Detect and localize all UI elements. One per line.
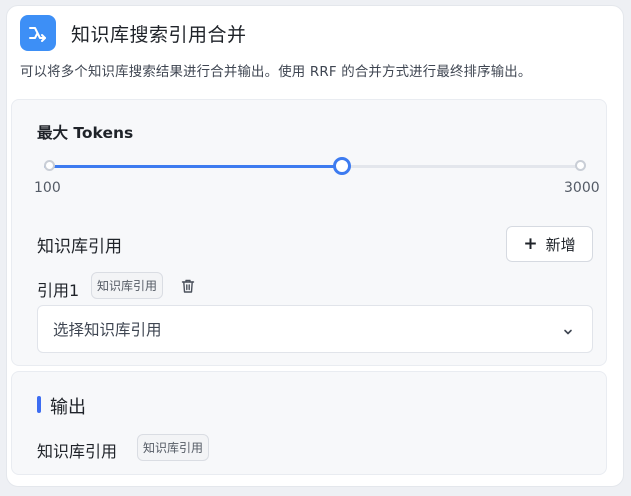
merge-arrow-icon [20, 15, 56, 51]
slider-min-label: 100 [34, 180, 61, 196]
node-description: 可以将多个知识库搜索结果进行合并输出。使用 RRF 的合并方式进行最终排序输出。 [20, 65, 532, 80]
plus-icon: + [523, 234, 538, 254]
max-tokens-slider-track[interactable] [44, 165, 580, 168]
slider-max-dot [575, 160, 586, 171]
kb-ref-select[interactable]: 选择知识库引用 [37, 305, 593, 353]
node-header: 知识库搜索引用合并 [20, 15, 247, 51]
max-tokens-label: 最大 Tokens [37, 124, 134, 142]
node-title: 知识库搜索引用合并 [71, 23, 247, 46]
output-type-tag: 知识库引用 [137, 434, 210, 461]
ref-type-tag: 知识库引用 [91, 272, 164, 299]
output-title: 输出 [50, 397, 86, 418]
kb-refs-title: 知识库引用 [37, 237, 122, 257]
add-ref-button[interactable]: + 新增 [506, 226, 593, 262]
ref-item-label: 引用1 [37, 281, 80, 300]
trash-icon[interactable] [180, 278, 196, 294]
chevron-down-icon [562, 323, 574, 342]
max-tokens-slider-handle[interactable] [332, 157, 351, 175]
kb-ref-select-placeholder: 选择知识库引用 [53, 321, 162, 339]
slider-min-dot [44, 160, 55, 171]
add-ref-button-label: 新增 [545, 235, 576, 254]
max-tokens-slider-fill [44, 165, 342, 168]
output-accent-bar [37, 396, 41, 413]
output-item-label: 知识库引用 [37, 442, 118, 461]
slider-max-label: 3000 [564, 180, 600, 196]
